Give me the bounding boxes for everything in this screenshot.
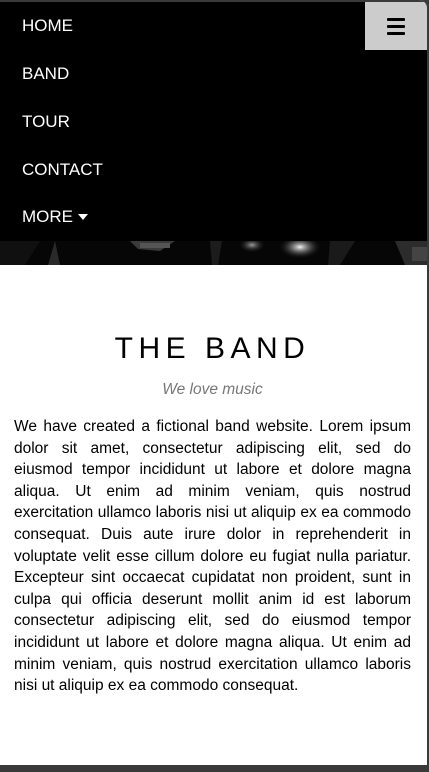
page-title: THE BAND [114, 332, 311, 365]
hero-image-strip [0, 241, 427, 265]
nav-item-band[interactable]: BAND [22, 64, 69, 84]
caret-down-icon [78, 213, 88, 220]
mobile-nav-menu: HOME BAND TOUR CONTACT MORE [0, 2, 427, 241]
nav-item-home[interactable]: HOME [22, 16, 73, 36]
nav-item-more-label: MORE [22, 207, 73, 226]
nav-item-more[interactable]: MORE [22, 207, 88, 227]
hero-image-icon [0, 241, 427, 265]
page-subtitle: We love music [162, 381, 263, 398]
nav-item-contact[interactable]: CONTACT [22, 160, 103, 180]
nav-item-tour[interactable]: TOUR [22, 112, 70, 132]
band-description: We have created a fictional band website… [14, 418, 411, 695]
page: HOME BAND TOUR CONTACT MORE THE BAND We … [0, 0, 427, 765]
hamburger-menu-button[interactable] [365, 2, 427, 50]
